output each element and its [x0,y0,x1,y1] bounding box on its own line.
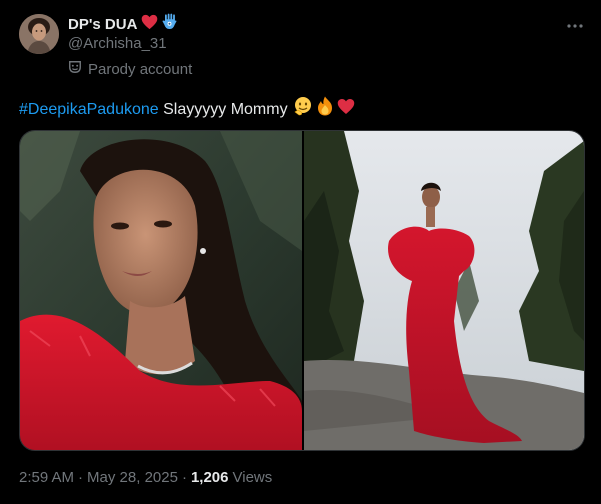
avatar-image [19,14,59,54]
hashtag-link[interactable]: #DeepikaPadukone [19,99,159,121]
tweet: DP's DUA @Archisha_31 Parody account #De… [0,0,601,504]
author-info: DP's DUA @Archisha_31 [68,13,177,54]
media-grid [19,130,585,451]
avatar[interactable] [19,14,59,54]
meta-separator: · [78,469,84,486]
timestamp-date[interactable]: May 28, 2025 [87,469,178,486]
heart-icon [337,98,355,122]
parody-label: Parody account [68,59,192,79]
theater-masks-icon [68,60,82,78]
tweet-text: #DeepikaPadukone Slayyyyy Mommy [19,96,355,123]
hamsa-icon [162,13,177,35]
views-count: 1,206 [190,469,229,486]
meta-separator: · [181,469,187,486]
tweet-meta: 2:59 AM · May 28, 2025 · 1,206 Views [19,469,272,486]
more-options-icon[interactable] [563,14,587,38]
tweet-body: Slayyyyy Mommy [158,100,288,118]
parody-text: Parody account [88,60,193,78]
handle[interactable]: @Archisha_31 [68,35,177,54]
heart-icon [141,14,158,35]
photo-portrait[interactable] [20,131,302,450]
name-row: DP's DUA [68,13,177,35]
views-label: Views [232,469,273,486]
face-icon [293,96,313,123]
photo-full-length[interactable] [304,131,584,450]
display-name[interactable]: DP's DUA [68,16,137,33]
timestamp-time[interactable]: 2:59 AM [19,469,74,486]
fire-icon [316,96,334,123]
